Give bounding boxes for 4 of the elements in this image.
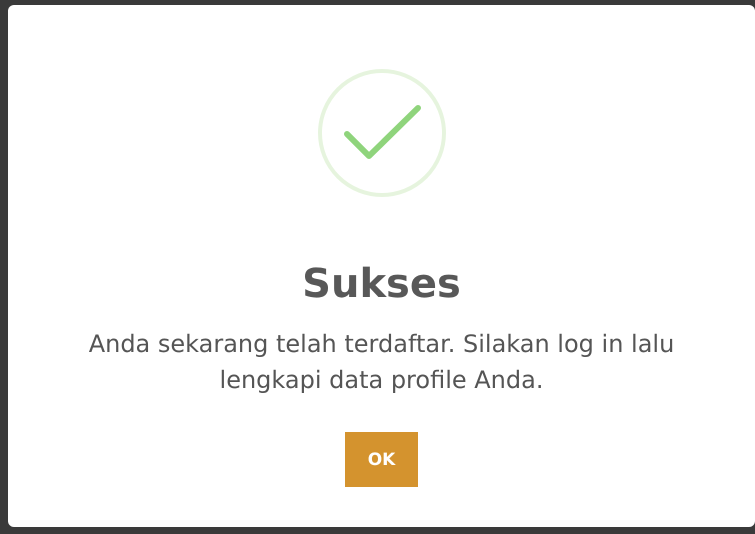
ok-button[interactable]: OK bbox=[345, 432, 418, 487]
dialog-title: Sukses bbox=[302, 260, 461, 308]
dialog-message: Anda sekarang telah terdaftar. Silakan log in lalu lengkapi data profile Anda. bbox=[88, 329, 676, 396]
check-icon bbox=[316, 68, 446, 198]
